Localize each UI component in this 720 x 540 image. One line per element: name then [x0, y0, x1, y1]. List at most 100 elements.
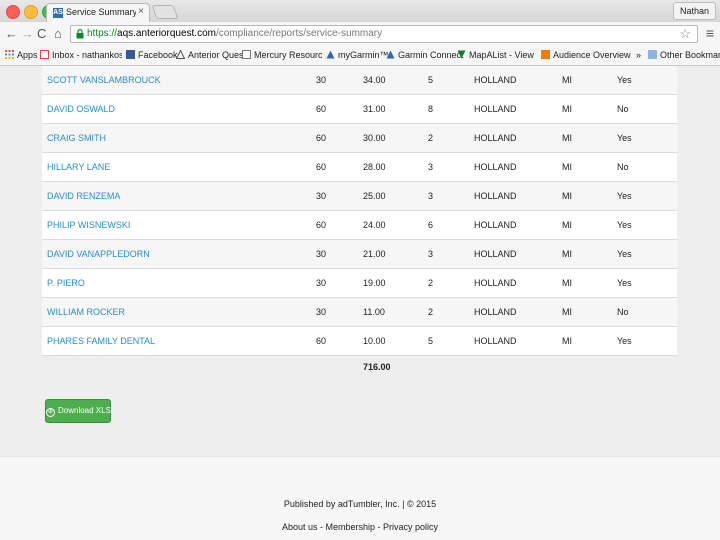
- bookmark-other-bookmarks[interactable]: Other Bookmarks: [648, 50, 720, 60]
- patient-name-link[interactable]: HILLARY LANE: [47, 162, 110, 172]
- flag-value: Yes: [617, 249, 632, 259]
- minimize-window-button[interactable]: [24, 5, 38, 19]
- patient-name-link[interactable]: CRAIG SMITH: [47, 133, 106, 143]
- column-a-value: 30: [316, 307, 327, 317]
- garmin-triangle-icon: [326, 50, 335, 59]
- site-favicon-icon: AS: [53, 8, 63, 18]
- column-b-value: 28.00: [363, 162, 386, 172]
- column-b-value: 25.00: [363, 191, 386, 201]
- browser-menu-icon[interactable]: ≡: [706, 25, 714, 41]
- column-b-value: 34.00: [363, 75, 386, 85]
- membership-link[interactable]: Membership: [325, 522, 375, 532]
- close-window-button[interactable]: [6, 5, 20, 19]
- column-a-value: 60: [316, 336, 327, 346]
- url-host: aqs.anteriorquest.com: [117, 28, 216, 39]
- table-row: DAVID VANAPPLEDORN 30 21.00 3 HOLLAND MI Yes: [42, 240, 677, 269]
- column-c-value: 3: [428, 191, 434, 201]
- page-content: SCOTT VANSLAMBROUCK 30 34.00 5 HOLLAND MI Yes D…: [0, 66, 720, 540]
- bookmark-label: Other Bookmarks: [660, 50, 720, 60]
- back-icon[interactable]: ←: [5, 26, 18, 42]
- browser-tab-active[interactable]: AS Service Summary | Anterior ×: [46, 3, 150, 22]
- download-circle-icon: ⊕: [46, 408, 55, 417]
- table-row: SCOTT VANSLAMBROUCK 30 34.00 5 HOLLAND MI Yes: [42, 66, 677, 95]
- city-value: HOLLAND: [474, 162, 517, 172]
- browser-titlebar: AS Service Summary | Anterior × Nathan: [0, 0, 720, 22]
- published-by-text: Published by adTumbler, Inc. | © 2015: [283, 499, 437, 509]
- state-value: MI: [562, 133, 572, 143]
- patient-name-link[interactable]: WILLIAM ROCKER: [47, 307, 125, 317]
- bookmark-mercury[interactable]: Mercury Resource Lo: [242, 50, 322, 60]
- bookmark-audience-overview[interactable]: Audience Overview: [541, 50, 631, 60]
- patient-name-link[interactable]: P. PIERO: [47, 278, 85, 288]
- reload-icon[interactable]: C: [37, 26, 46, 42]
- flag-value: No: [617, 307, 629, 317]
- column-a-value: 60: [316, 104, 327, 114]
- anterior-triangle-icon: [176, 50, 185, 59]
- column-b-value: 24.00: [363, 220, 386, 230]
- bookmark-maplist[interactable]: MapAList - View Ma: [457, 50, 535, 60]
- column-c-value: 5: [428, 336, 434, 346]
- city-value: HOLLAND: [474, 278, 517, 288]
- bookmark-facebook[interactable]: Facebook: [126, 50, 178, 60]
- url-path: /compliance/reports/service-summary: [215, 28, 383, 39]
- bookmark-label: Garmin Connect: [398, 50, 464, 60]
- state-value: MI: [562, 75, 572, 85]
- bookmark-apps[interactable]: Apps: [5, 50, 38, 60]
- download-xls-label: Download XLS: [58, 406, 111, 415]
- table-row: PHILIP WISNEWSKI 60 24.00 6 HOLLAND MI Yes: [42, 211, 677, 240]
- new-tab-button[interactable]: [151, 5, 179, 19]
- bookmark-anterior-quest[interactable]: Anterior Quest: [176, 50, 246, 60]
- patient-name-link[interactable]: DAVID RENZEMA: [47, 191, 120, 201]
- url-scheme: https://: [87, 28, 118, 39]
- state-value: MI: [562, 104, 572, 114]
- bookmark-label: Audience Overview: [553, 50, 631, 60]
- bookmark-label: Facebook: [138, 50, 178, 60]
- flag-value: Yes: [617, 75, 632, 85]
- tab-title: Service Summary | Anterior: [66, 7, 136, 17]
- tab-close-icon[interactable]: ×: [138, 6, 144, 17]
- patient-name-link[interactable]: DAVID VANAPPLEDORN: [47, 249, 150, 259]
- state-value: MI: [562, 307, 572, 317]
- patient-name-link[interactable]: PHARES FAMILY DENTAL: [47, 336, 155, 346]
- column-b-value: 19.00: [363, 278, 386, 288]
- bookmark-label: MapAList - View Ma: [469, 50, 535, 60]
- bookmark-mygarmin[interactable]: myGarmin™: [326, 50, 389, 60]
- url-text: https://aqs.anteriorquest.com/compliance…: [87, 28, 382, 40]
- bookmark-inbox[interactable]: Inbox - nathankoster: [40, 50, 122, 60]
- patient-name-link[interactable]: SCOTT VANSLAMBROUCK: [47, 75, 161, 85]
- column-a-value: 30: [316, 249, 327, 259]
- bookmarks-overflow-chevron-icon[interactable]: »: [636, 50, 641, 60]
- lock-icon: [76, 29, 84, 39]
- column-a-value: 60: [316, 220, 327, 230]
- column-a-value: 30: [316, 191, 327, 201]
- bookmark-label: Inbox - nathankoster: [52, 50, 122, 60]
- city-value: HOLLAND: [474, 104, 517, 114]
- state-value: MI: [562, 162, 572, 172]
- page-icon: [242, 50, 251, 59]
- column-b-value: 10.00: [363, 336, 386, 346]
- forward-icon[interactable]: →: [21, 26, 34, 42]
- column-b-value: 21.00: [363, 249, 386, 259]
- table-row: DAVID OSWALD 60 31.00 8 HOLLAND MI No: [42, 95, 677, 124]
- maplist-icon: [457, 50, 466, 59]
- home-icon[interactable]: ⌂: [54, 26, 62, 42]
- column-b-value: 30.00: [363, 133, 386, 143]
- column-a-value: 60: [316, 133, 327, 143]
- download-xls-button[interactable]: ⊕ Download XLS: [45, 399, 111, 423]
- bookmark-label: Apps: [17, 50, 38, 60]
- city-value: HOLLAND: [474, 249, 517, 259]
- state-value: MI: [562, 336, 572, 346]
- total-value: 716.00: [363, 362, 391, 372]
- privacy-policy-link[interactable]: Privacy policy: [383, 522, 438, 532]
- patient-name-link[interactable]: DAVID OSWALD: [47, 104, 115, 114]
- bookmark-garmin-connect[interactable]: Garmin Connect: [386, 50, 464, 60]
- city-value: HOLLAND: [474, 307, 517, 317]
- flag-value: No: [617, 104, 629, 114]
- address-bar[interactable]: https://aqs.anteriorquest.com/compliance…: [70, 25, 698, 43]
- bookmark-star-icon[interactable]: ☆: [679, 26, 691, 42]
- column-c-value: 6: [428, 220, 434, 230]
- table-row: WILLIAM ROCKER 30 11.00 2 HOLLAND MI No: [42, 298, 677, 327]
- profile-button[interactable]: Nathan: [672, 2, 716, 20]
- patient-name-link[interactable]: PHILIP WISNEWSKI: [47, 220, 130, 230]
- about-us-link[interactable]: About us: [282, 522, 318, 532]
